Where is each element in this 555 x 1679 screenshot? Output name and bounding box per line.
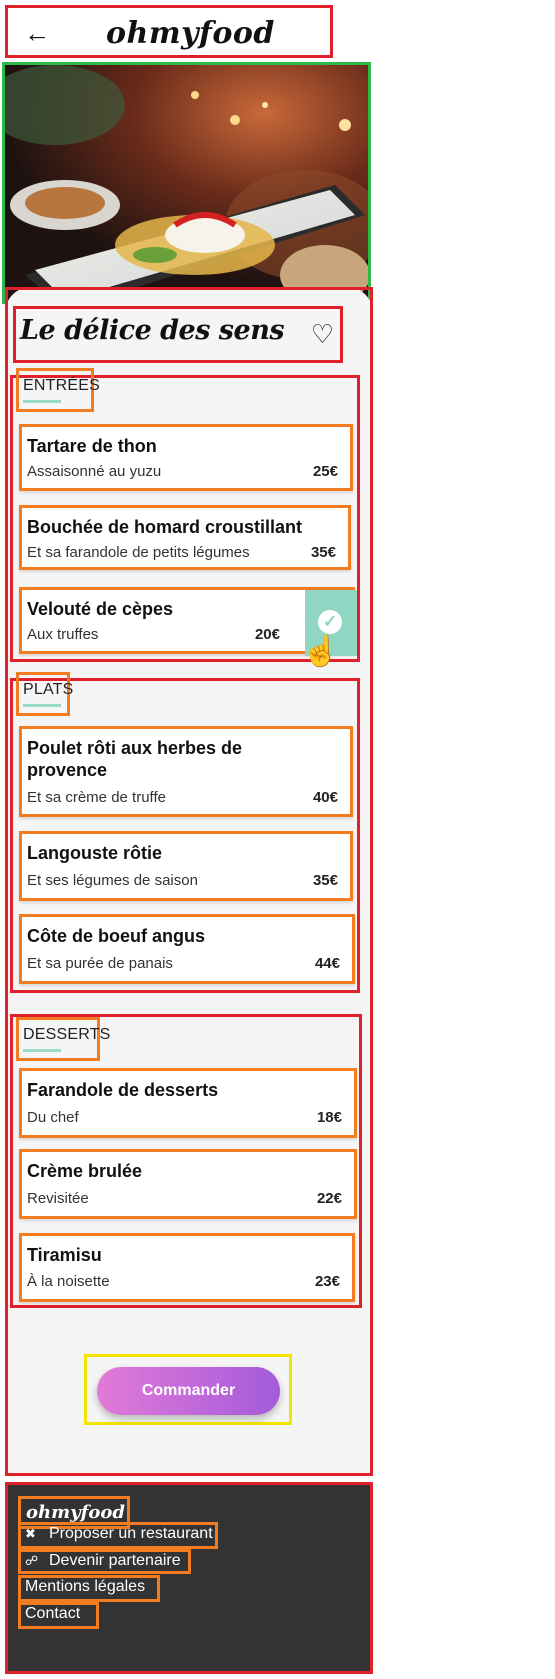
- dish-price: 23€: [314, 1273, 340, 1290]
- dish-name: Poulet rôti aux herbes de provence: [27, 738, 243, 780]
- dish-price: 25€: [312, 463, 338, 480]
- dish-name: Langouste rôtie: [27, 843, 163, 863]
- utensils-icon: ✖: [25, 1526, 36, 1541]
- section-title-plats: PLATS: [16, 672, 73, 716]
- header: ← ohmyfood: [5, 5, 333, 58]
- dish-description: Revisitée: [27, 1190, 89, 1207]
- footer-link-contact[interactable]: Contact: [18, 1602, 99, 1629]
- dish-name: Farandole de desserts: [27, 1080, 219, 1100]
- hero-image: [2, 62, 371, 304]
- dish-name: Tartare de thon: [27, 436, 157, 456]
- dish-description: Assaisonné au yuzu: [27, 463, 162, 480]
- footer-link-partner[interactable]: ☍ Devenir partenaire: [18, 1549, 191, 1574]
- handshake-icon: ☍: [25, 1553, 39, 1568]
- check-icon: ✓: [318, 610, 342, 634]
- section-title-entrees: ENTRÉES: [16, 368, 100, 412]
- dish-name: Tiramisu: [27, 1245, 102, 1265]
- dish-card[interactable]: Crème brulée Revisitée 22€: [19, 1149, 357, 1219]
- section-title-desserts: DESSERTS: [16, 1017, 110, 1061]
- dish-card[interactable]: Poulet rôti aux herbes de provence Et sa…: [19, 726, 353, 817]
- hand-cursor-icon: ☝: [302, 635, 340, 668]
- dish-card[interactable]: Côte de boeuf angus Et sa purée de panai…: [19, 914, 355, 984]
- dish-name: Velouté de cèpes: [27, 599, 174, 619]
- arrow-left-icon[interactable]: ←: [24, 20, 50, 46]
- dish-price: 40€: [312, 789, 338, 806]
- dish-price: 44€: [314, 955, 340, 972]
- dish-card[interactable]: Langouste rôtie Et ses légumes de saison…: [19, 831, 353, 901]
- order-button-frame: Commander: [84, 1354, 292, 1425]
- dish-description: Aux truffes: [27, 626, 99, 643]
- dish-description: Du chef: [27, 1109, 79, 1126]
- restaurant-header: Le délice des sens ♡: [13, 306, 343, 363]
- dish-price: 20€: [254, 626, 280, 643]
- footer-link-propose-restaurant[interactable]: ✖ Proposer un restaurant: [18, 1522, 218, 1549]
- dish-card[interactable]: Bouchée de homard croustillant Et sa far…: [19, 505, 351, 570]
- dish-name: Bouchée de homard croustillant: [27, 517, 303, 537]
- dish-description: Et sa crème de truffe: [27, 789, 166, 806]
- dish-price: 35€: [312, 872, 338, 889]
- footer-link-legal[interactable]: Mentions légales: [18, 1575, 160, 1602]
- restaurant-title: Le délice des sens: [20, 315, 285, 346]
- dish-price: 22€: [316, 1190, 342, 1207]
- dish-description: À la noisette: [27, 1273, 110, 1290]
- dish-description: Et ses légumes de saison: [27, 872, 198, 889]
- logo[interactable]: ohmyfood: [106, 16, 275, 51]
- dish-card[interactable]: Tartare de thon Assaisonné au yuzu 25€: [19, 424, 353, 491]
- dish-card[interactable]: Tiramisu À la noisette 23€: [19, 1233, 355, 1302]
- order-button[interactable]: Commander: [97, 1367, 280, 1415]
- dish-name: Côte de boeuf angus: [27, 926, 206, 946]
- dish-name: Crème brulée: [27, 1161, 143, 1181]
- dish-description: Et sa farandole de petits légumes: [27, 544, 250, 561]
- dish-description: Et sa purée de panais: [27, 955, 173, 972]
- dish-card[interactable]: Farandole de desserts Du chef 18€: [19, 1068, 357, 1138]
- dish-price: 35€: [310, 544, 336, 561]
- dish-price: 18€: [316, 1109, 342, 1126]
- heart-outline-icon[interactable]: ♡: [311, 319, 334, 350]
